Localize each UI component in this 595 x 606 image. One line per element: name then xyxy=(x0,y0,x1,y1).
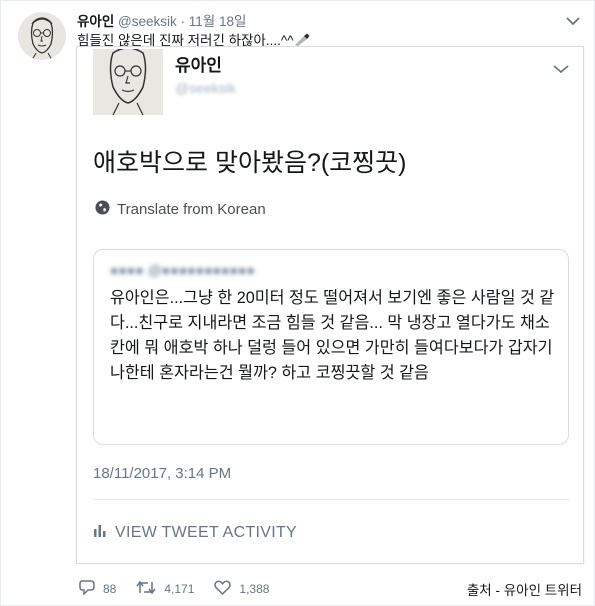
face-sketch-icon xyxy=(30,17,54,60)
like-button[interactable]: 1,388 xyxy=(214,580,269,598)
tweet-timestamp: 18/11/2017, 3:14 PM xyxy=(93,465,232,482)
embedded-author-name: 유아인 xyxy=(175,56,222,75)
tweet-card: 유아인 @seeksik · 11월 18일 힘들진 않은데 진짜 저러긴 하잖… xyxy=(0,0,595,606)
source-credit: 출처 - 유아인 트위터 xyxy=(466,583,582,598)
globe-icon xyxy=(95,200,110,219)
chevron-down-icon xyxy=(553,61,569,79)
reply-button[interactable]: 88 xyxy=(79,580,116,598)
embedded-tweet-text: 애호박으로 맞아봤음?(코찡끗) xyxy=(93,149,407,177)
reply-icon xyxy=(79,580,95,598)
retweet-button[interactable]: 4,171 xyxy=(136,580,194,598)
face-sketch-icon xyxy=(109,47,147,116)
embedded-author-handle: @seeksik xyxy=(175,80,236,96)
divider xyxy=(93,499,569,500)
translate-label: Translate from Korean xyxy=(117,201,266,218)
author-handle[interactable]: @seeksik xyxy=(118,14,177,29)
inner-avatar xyxy=(93,47,163,116)
avatar[interactable] xyxy=(18,12,66,60)
like-count: 1,388 xyxy=(239,582,270,596)
quoted-tweet-author: ●●●● @●●●●●●●●●●● xyxy=(110,262,255,278)
chevron-down-icon[interactable] xyxy=(566,13,580,31)
reply-count: 88 xyxy=(103,582,117,596)
bar-chart-icon xyxy=(93,523,107,542)
retweet-count: 4,171 xyxy=(164,582,195,596)
quoted-tweet-text: 유아인은...그냥 한 20미터 정도 떨어져서 보기엔 좋은 사람일 것 같다… xyxy=(110,289,555,382)
heart-icon xyxy=(214,580,232,598)
author-name[interactable]: 유아인 xyxy=(77,14,114,29)
retweet-icon xyxy=(136,580,156,598)
view-tweet-activity: VIEW TWEET ACTIVITY xyxy=(93,523,297,542)
tweet-date[interactable]: 11월 18일 xyxy=(189,14,247,29)
embedded-tweet-screenshot[interactable]: 유아인 @seeksik 애호박으로 맞아봤음?(코찡끗) Translate … xyxy=(76,46,584,564)
separator-dot: · xyxy=(180,14,186,29)
translate-link: Translate from Korean xyxy=(95,200,266,219)
tweet-header: 유아인 @seeksik · 11월 18일 xyxy=(77,10,246,30)
tweet-actions: 88 4,171 1,388 xyxy=(79,580,289,598)
view-tweet-activity-label: VIEW TWEET ACTIVITY xyxy=(115,523,298,541)
quoted-tweet: ●●●● @●●●●●●●●●●● 유아인은...그냥 한 20미터 정도 떨어… xyxy=(93,249,569,445)
